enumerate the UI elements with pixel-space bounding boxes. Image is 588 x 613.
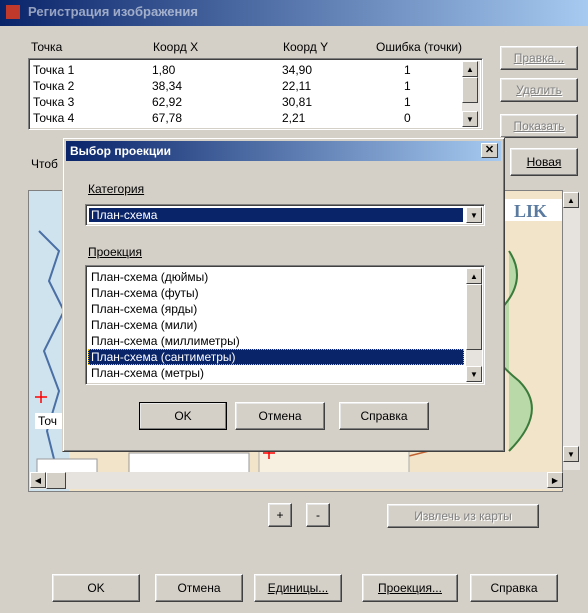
- table-cell: 1: [404, 95, 411, 109]
- map-scroll-down-icon[interactable]: ▼: [563, 446, 579, 462]
- category-selected-value: План-схема: [89, 208, 463, 222]
- delete-point-button[interactable]: Удалить: [500, 78, 578, 102]
- map-marker-label: Точ: [38, 414, 57, 428]
- app-icon: [6, 5, 20, 19]
- projection-list[interactable]: План-схема (дюймы) План-схема (футы) Пла…: [85, 265, 485, 385]
- projection-option[interactable]: План-схема (миллиметры): [88, 333, 464, 349]
- dialog-cancel-button[interactable]: Отмена: [235, 402, 325, 430]
- zoom-in-button[interactable]: +: [268, 503, 292, 527]
- dialog-help-label: Справка: [360, 409, 408, 423]
- chevron-down-icon[interactable]: ▼: [466, 207, 482, 223]
- projection-option[interactable]: План-схема (метры): [88, 365, 464, 381]
- col-header-point: Точка: [31, 40, 63, 54]
- scroll-up-arrow-icon[interactable]: ▲: [466, 268, 482, 284]
- table-cell: 30,81: [282, 95, 313, 109]
- dialog-ok-button[interactable]: OK: [139, 402, 227, 430]
- table-cell: Точка 3: [33, 95, 75, 109]
- window-title: Регистрация изображения: [28, 4, 198, 19]
- dialog-title: Выбор проекции: [70, 144, 172, 158]
- ok-button[interactable]: OK: [52, 574, 140, 602]
- units-label: Единицы...: [267, 581, 329, 595]
- map-scroll-left-icon[interactable]: ◀: [30, 472, 46, 488]
- ok-label: OK: [87, 581, 105, 595]
- map-scroll-right-icon[interactable]: ▶: [547, 472, 563, 488]
- zoom-out-button[interactable]: -: [306, 503, 330, 527]
- map-vscrollbar[interactable]: ▲ ▼: [563, 192, 580, 470]
- map-hscroll-thumb[interactable]: [46, 472, 66, 489]
- extract-from-map-button[interactable]: Извлечь из карты: [387, 504, 539, 528]
- table-cell: 1: [404, 79, 411, 93]
- projection-option[interactable]: План-схема (ярды): [88, 301, 464, 317]
- projection-option[interactable]: План-схема (футы): [88, 285, 464, 301]
- table-cell: Точка 1: [33, 63, 75, 77]
- projection-option[interactable]: План-схема (мили): [88, 317, 464, 333]
- col-header-x: Коорд X: [153, 40, 199, 54]
- scroll-down-arrow-icon[interactable]: ▼: [466, 366, 482, 382]
- hint-text: Чтоб: [31, 157, 58, 171]
- show-point-button[interactable]: Показать: [500, 114, 578, 138]
- table-cell: 34,90: [282, 63, 313, 77]
- table-cell: 38,34: [152, 79, 183, 93]
- table-cell: 0: [404, 111, 411, 125]
- projection-label: Проекция: [88, 245, 142, 259]
- dialog-titlebar: Выбор проекции ✕: [66, 141, 501, 161]
- projection-option-selected[interactable]: План-схема (сантиметры): [88, 349, 464, 365]
- extract-from-map-label: Извлечь из карты: [414, 509, 512, 523]
- projection-label-text: Проекция: [88, 245, 142, 259]
- table-cell: 1: [404, 63, 411, 77]
- show-point-label: Показать: [513, 119, 565, 133]
- points-list-scrollbar[interactable]: ▲ ▼: [462, 61, 480, 127]
- projection-dialog: Выбор проекции ✕ Категория План-схема ▼ …: [62, 137, 505, 452]
- cancel-button[interactable]: Отмена: [155, 574, 243, 602]
- units-button[interactable]: Единицы...: [254, 574, 342, 602]
- new-point-button[interactable]: Новая: [510, 148, 578, 176]
- projection-option[interactable]: План-схема (дюймы): [88, 269, 464, 285]
- table-cell: 1,80: [152, 63, 176, 77]
- projection-button[interactable]: Проекция...: [362, 574, 458, 602]
- map-brand-text: LIK: [514, 201, 547, 221]
- delete-point-label: Удалить: [516, 83, 562, 97]
- scroll-up-arrow-icon[interactable]: ▲: [462, 61, 478, 77]
- projection-label: Проекция...: [378, 581, 442, 595]
- help-label: Справка: [490, 581, 538, 595]
- help-button[interactable]: Справка: [470, 574, 558, 602]
- close-icon[interactable]: ✕: [481, 143, 498, 158]
- category-select[interactable]: План-схема ▼: [85, 204, 485, 226]
- table-cell: 62,92: [152, 95, 183, 109]
- scroll-thumb[interactable]: [462, 77, 478, 103]
- zoom-out-label: -: [316, 508, 320, 522]
- table-cell: 67,78: [152, 111, 183, 125]
- window-titlebar: Регистрация изображения: [0, 0, 588, 26]
- table-cell: Точка 2: [33, 79, 75, 93]
- scroll-down-arrow-icon[interactable]: ▼: [462, 111, 478, 127]
- table-cell: 2,21: [282, 111, 306, 125]
- category-label: Категория: [88, 182, 144, 196]
- edit-point-label: Правка...: [513, 51, 565, 65]
- new-point-label: Новая: [526, 155, 562, 169]
- table-cell: 22,11: [282, 79, 312, 93]
- col-header-y: Коорд Y: [283, 40, 329, 54]
- projection-list-scrollbar[interactable]: ▲ ▼: [466, 268, 482, 382]
- map-hscrollbar[interactable]: ◀ ▶: [30, 472, 563, 489]
- cancel-label: Отмена: [177, 581, 221, 595]
- map-scroll-up-icon[interactable]: ▲: [563, 192, 579, 208]
- edit-point-button[interactable]: Правка...: [500, 46, 578, 70]
- dialog-ok-label: OK: [174, 409, 192, 423]
- category-label-text: Категория: [88, 182, 145, 196]
- scroll-thumb[interactable]: [466, 284, 482, 350]
- table-cell: Точка 4: [33, 111, 75, 125]
- points-list[interactable]: Точка 1 1,80 34,90 1 Точка 2 38,34 22,11…: [28, 58, 483, 130]
- dialog-help-button[interactable]: Справка: [339, 402, 429, 430]
- dialog-cancel-label: Отмена: [258, 409, 302, 423]
- col-header-error: Ошибка (точки): [376, 40, 463, 54]
- zoom-in-label: +: [276, 508, 284, 522]
